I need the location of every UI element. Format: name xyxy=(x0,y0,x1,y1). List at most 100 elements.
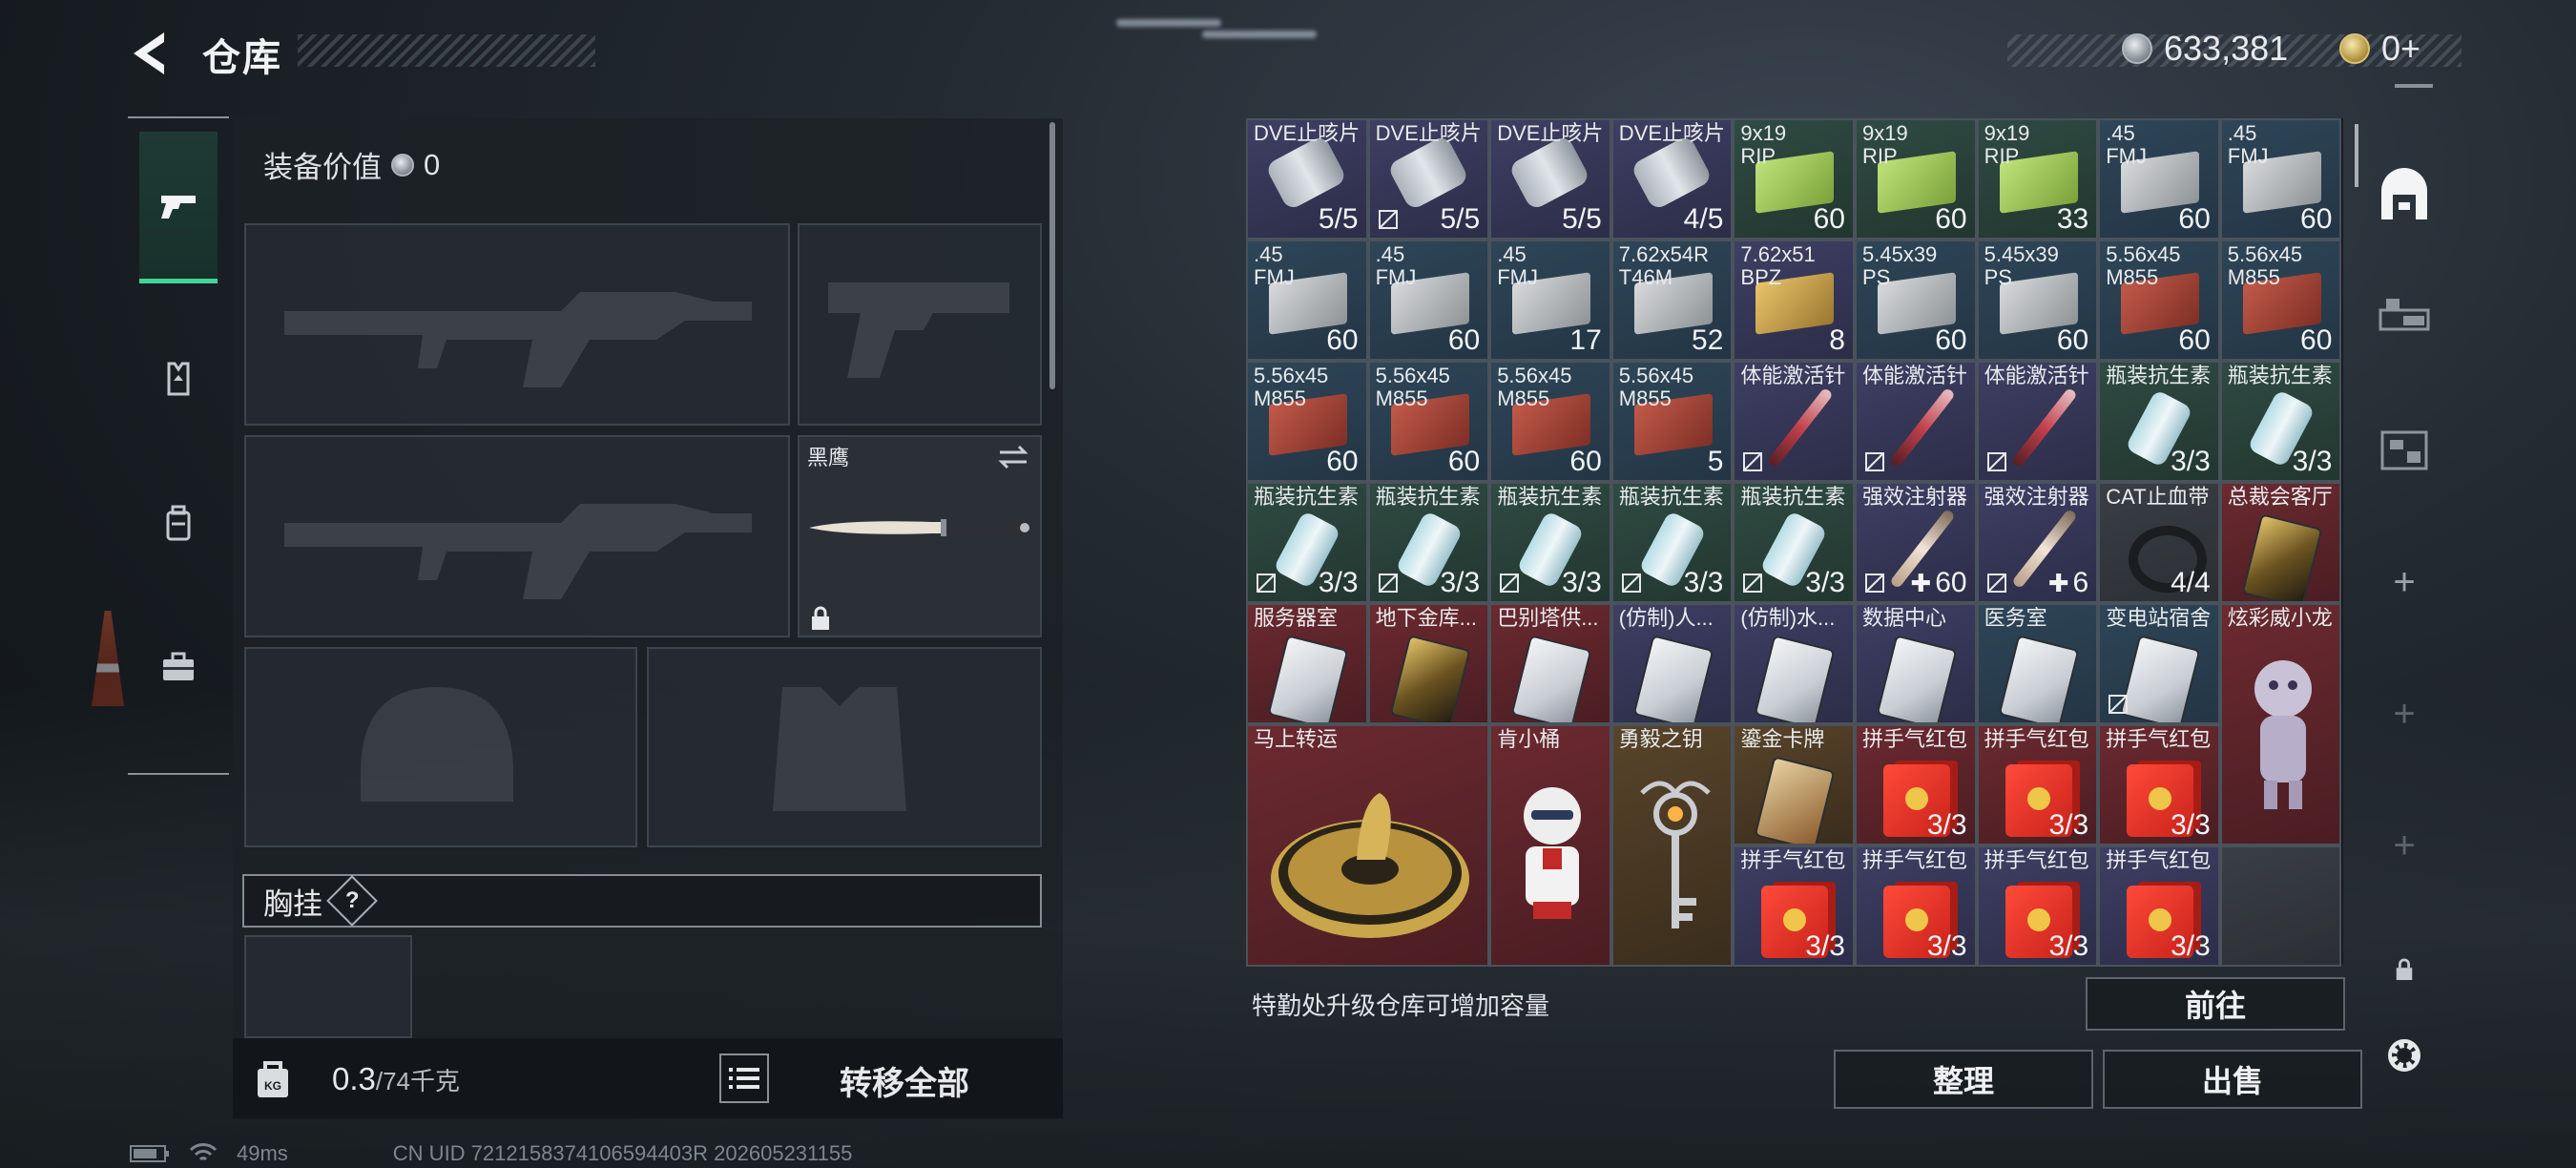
stash-item[interactable]: DVE止咳片 5/5 xyxy=(1367,118,1490,240)
stash-item[interactable]: 9x19 RIP 60 xyxy=(1733,118,1855,240)
back-button[interactable] xyxy=(124,29,177,78)
large-item[interactable]: 炫彩威小龙 xyxy=(2219,603,2342,845)
stash-item[interactable]: 5.56x45 M855 60 xyxy=(2098,240,2220,361)
stash-item[interactable]: .45 FMJ 60 xyxy=(1246,240,1368,361)
stash-item[interactable]: 拼手气红包 3/3 xyxy=(2098,724,2220,845)
stash-scrollbar[interactable] xyxy=(2355,124,2358,187)
stash-item[interactable]: 数据中心 xyxy=(1855,603,1977,724)
melee-slot[interactable]: 黑鹰 xyxy=(798,435,1042,637)
list-view-button[interactable] xyxy=(719,1053,769,1103)
equipment-scrollbar[interactable] xyxy=(1049,122,1055,389)
stash-item[interactable]: .45 FMJ 17 xyxy=(1489,240,1611,361)
stash-item[interactable]: DVE止咳片 5/5 xyxy=(1246,118,1368,240)
stash-home-tab[interactable] xyxy=(2376,166,2433,223)
stash-item[interactable]: 体能激活针 xyxy=(1976,361,2099,482)
large-item[interactable]: 马上转运 xyxy=(1246,724,1490,967)
gold-currency[interactable]: 0+ xyxy=(2339,29,2420,69)
add-stash-tab[interactable]: + xyxy=(2376,553,2433,611)
transfer-all-button[interactable]: 转移全部 xyxy=(840,1057,969,1104)
stash-item[interactable]: 拼手气红包 3/3 xyxy=(1855,845,1977,967)
help-icon[interactable]: ? xyxy=(326,875,378,927)
stash-item[interactable]: CAT止血带 4/4 xyxy=(2098,482,2220,603)
stash-item[interactable]: DVE止咳片 4/5 xyxy=(1610,118,1734,240)
tab-backpack[interactable] xyxy=(139,481,218,567)
stash-item[interactable]: 体能激活针 xyxy=(1855,361,1977,482)
tab-case[interactable] xyxy=(139,624,218,710)
item-count: 60 xyxy=(1326,446,1359,477)
stash-item[interactable]: 拼手气红包 3/3 xyxy=(1976,845,2099,967)
large-item[interactable]: 肯小桶 xyxy=(1489,724,1611,967)
stash-tab-3[interactable] xyxy=(2376,422,2433,479)
stash-item[interactable]: 5.56x45 M855 5 xyxy=(1610,361,1734,482)
stash-item[interactable]: 地下金库... xyxy=(1367,603,1490,724)
stash-item[interactable]: 服务器室 xyxy=(1246,603,1368,724)
stash-item[interactable]: 瓶装抗生素 3/3 xyxy=(1367,482,1490,603)
stash-item[interactable]: 体能激活针 xyxy=(1733,361,1855,482)
secondary-weapon-slot[interactable] xyxy=(798,223,1042,426)
stash-item[interactable]: 7.62x54R T46M 52 xyxy=(1610,240,1734,361)
primary-weapon-slot[interactable] xyxy=(244,223,790,426)
tab-weapons[interactable] xyxy=(139,132,218,283)
goto-button[interactable]: 前往 xyxy=(2086,977,2345,1031)
stash-item[interactable]: DVE止咳片 5/5 xyxy=(1489,118,1611,240)
stash-item[interactable]: 总裁会客厅 xyxy=(2219,482,2342,603)
stash-item[interactable]: (仿制)水... xyxy=(1733,603,1855,724)
stash-item[interactable]: .45 FMJ 60 xyxy=(2098,118,2220,240)
stash-item[interactable]: .45 FMJ 60 xyxy=(1367,240,1490,361)
stash-item[interactable]: 强效注射器 ✚ 6 xyxy=(1976,482,2099,603)
no-insure-icon xyxy=(1743,574,1763,593)
keycard-icon xyxy=(2243,515,2320,601)
gear-icon xyxy=(2388,1039,2420,1072)
stash-item[interactable]: 5.56x45 M855 60 xyxy=(1489,361,1611,482)
stash-item[interactable]: 5.45x39 PS 60 xyxy=(1855,240,1977,361)
item-name: 地下金库... xyxy=(1375,606,1477,630)
stash-item[interactable]: 强效注射器 ✚ 60 xyxy=(1855,482,1977,603)
stash-item[interactable]: 瓶装抗生素 3/3 xyxy=(2219,361,2342,482)
helmet-slot[interactable] xyxy=(244,647,637,847)
stash-item[interactable]: 瓶装抗生素 3/3 xyxy=(1610,482,1734,603)
settings-button[interactable] xyxy=(2379,1031,2429,1080)
stash-tab-2[interactable] xyxy=(2376,288,2433,345)
stash-item[interactable]: (仿制)人... xyxy=(1610,603,1734,724)
swap-icon[interactable] xyxy=(996,443,1030,471)
back-arrow-icon xyxy=(134,32,164,74)
stash-item[interactable]: 9x19 RIP 33 xyxy=(1976,118,2099,240)
shelf-icon xyxy=(2379,299,2430,331)
stash-item[interactable]: .45 FMJ 60 xyxy=(2219,118,2342,240)
stash-item[interactable]: 拼手气红包 3/3 xyxy=(1855,724,1977,845)
briefcase-icon xyxy=(163,652,194,680)
lock-toggle[interactable] xyxy=(2376,941,2433,998)
stash-item[interactable]: 拼手气红包 3/3 xyxy=(1733,845,1855,967)
stash-item[interactable]: 巴别塔供... xyxy=(1489,603,1611,724)
stash-item[interactable]: 5.56x45 M855 60 xyxy=(2219,240,2342,361)
stash-item[interactable]: 拼手气红包 3/3 xyxy=(1976,724,2099,845)
empty-slot[interactable] xyxy=(2219,845,2342,967)
large-item[interactable]: 勇毅之钥 xyxy=(1610,724,1734,967)
stash-item[interactable]: 瓶装抗生素 3/3 xyxy=(1246,482,1368,603)
stash-item[interactable]: 5.45x39 PS 60 xyxy=(1976,240,2099,361)
stash-item[interactable]: 变电站宿舍 xyxy=(2098,603,2220,724)
silver-currency[interactable]: 633,381 xyxy=(2122,29,2288,69)
armor-slot[interactable] xyxy=(647,647,1042,847)
chest-rig-slot[interactable] xyxy=(244,935,412,1038)
capacity-note: 特勤处升级仓库可增加容量 xyxy=(1252,991,1550,1020)
stash-item[interactable]: 瓶装抗生素 3/3 xyxy=(1489,482,1611,603)
tab-gear[interactable] xyxy=(139,336,218,422)
sell-button[interactable]: 出售 xyxy=(2103,1050,2362,1109)
stash-item[interactable]: 瓶装抗生素 3/3 xyxy=(2098,361,2220,482)
stash-item[interactable]: 5.56x45 M855 60 xyxy=(1246,361,1368,482)
stash-item[interactable]: 7.62x51 BPZ 8 xyxy=(1733,240,1855,361)
item-count: 5/5 xyxy=(1562,203,1602,235)
stash-item[interactable]: 鎏金卡牌 xyxy=(1733,724,1855,845)
vest-icon xyxy=(167,362,190,396)
sort-button[interactable]: 整理 xyxy=(1834,1050,2093,1109)
tertiary-weapon-slot[interactable] xyxy=(244,435,790,637)
stash-item[interactable]: 5.56x45 M855 60 xyxy=(1367,361,1490,482)
item-count: 3/3 xyxy=(2171,446,2211,477)
item-name: DVE止咳片 xyxy=(1375,121,1482,145)
stash-item[interactable]: 瓶装抗生素 3/3 xyxy=(1733,482,1855,603)
stash-item[interactable]: 拼手气红包 3/3 xyxy=(2098,845,2220,967)
stash-item[interactable]: 9x19 RIP 60 xyxy=(1855,118,1977,240)
item-name: .45 FMJ xyxy=(1497,242,1538,289)
stash-item[interactable]: 医务室 xyxy=(1976,603,2099,724)
